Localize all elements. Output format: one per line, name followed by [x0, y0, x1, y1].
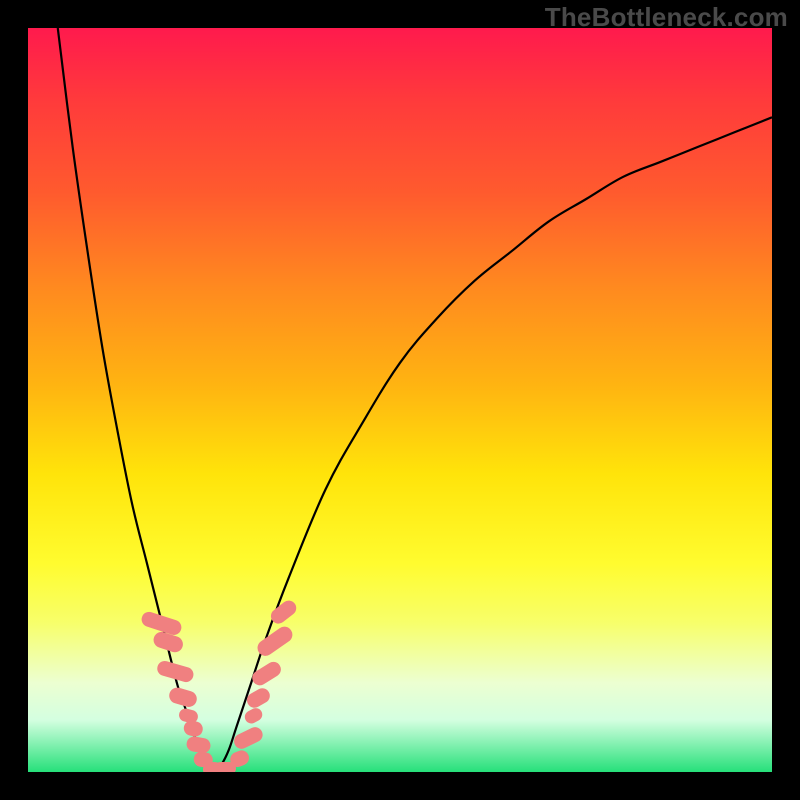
left-curve — [58, 28, 214, 772]
right-curve — [214, 117, 772, 772]
chart-frame: TheBottleneck.com — [0, 0, 800, 800]
plot-area — [28, 28, 772, 772]
curve-layer — [28, 28, 772, 772]
